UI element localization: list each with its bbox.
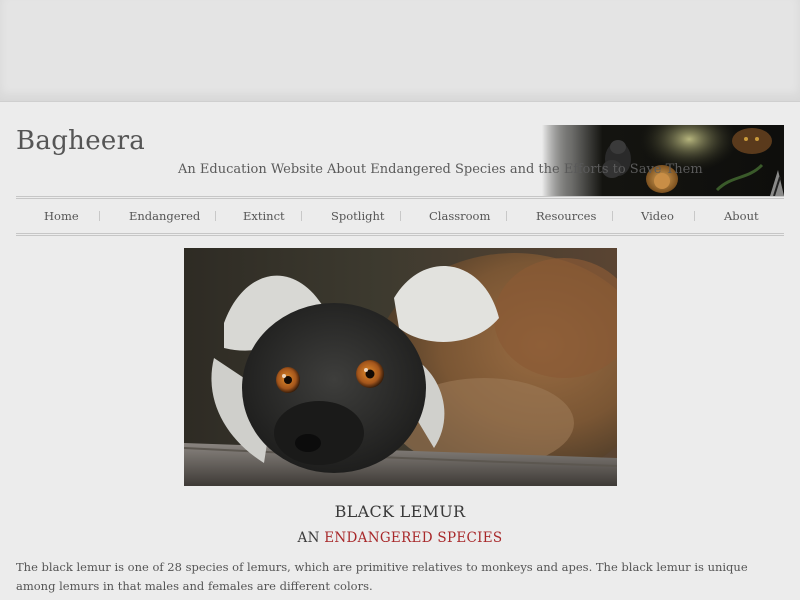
nav-item-about[interactable]: About xyxy=(724,209,759,223)
nav-item-home[interactable]: Home xyxy=(44,209,79,223)
nav-separator xyxy=(612,211,613,221)
nav-item-classroom[interactable]: Classroom xyxy=(429,209,490,223)
nav-separator xyxy=(99,211,100,221)
species-status-prefix: AN xyxy=(297,530,320,546)
nav-separator xyxy=(215,211,216,221)
nav-item-spotlight[interactable]: Spotlight xyxy=(331,209,385,223)
nav-item-endangered[interactable]: Endangered xyxy=(129,209,200,223)
site-tagline: An Education Website About Endangered Sp… xyxy=(178,162,703,177)
endangered-species-link[interactable]: ENDANGERED SPECIES xyxy=(324,530,502,546)
top-band xyxy=(0,0,800,102)
nav-separator xyxy=(694,211,695,221)
nav-item-video[interactable]: Video xyxy=(641,209,674,223)
nav-separator xyxy=(400,211,401,221)
site-title[interactable]: Bagheera xyxy=(16,126,145,156)
nav-item-extinct[interactable]: Extinct xyxy=(243,209,285,223)
page-content: Bagheera An Education Website About Enda… xyxy=(0,102,800,600)
black-lemur-photo xyxy=(184,248,617,486)
nav-item-resources[interactable]: Resources xyxy=(536,209,596,223)
nav-separator xyxy=(506,211,507,221)
header-banner-image xyxy=(542,125,784,196)
species-title: BLACK LEMUR xyxy=(334,502,466,521)
main-nav: Home Endangered Extinct Spotlight Classr… xyxy=(16,196,784,236)
nav-separator xyxy=(301,211,302,221)
species-description: The black lemur is one of 28 species of … xyxy=(16,560,748,593)
species-status: AN ENDANGERED SPECIES xyxy=(0,530,800,546)
